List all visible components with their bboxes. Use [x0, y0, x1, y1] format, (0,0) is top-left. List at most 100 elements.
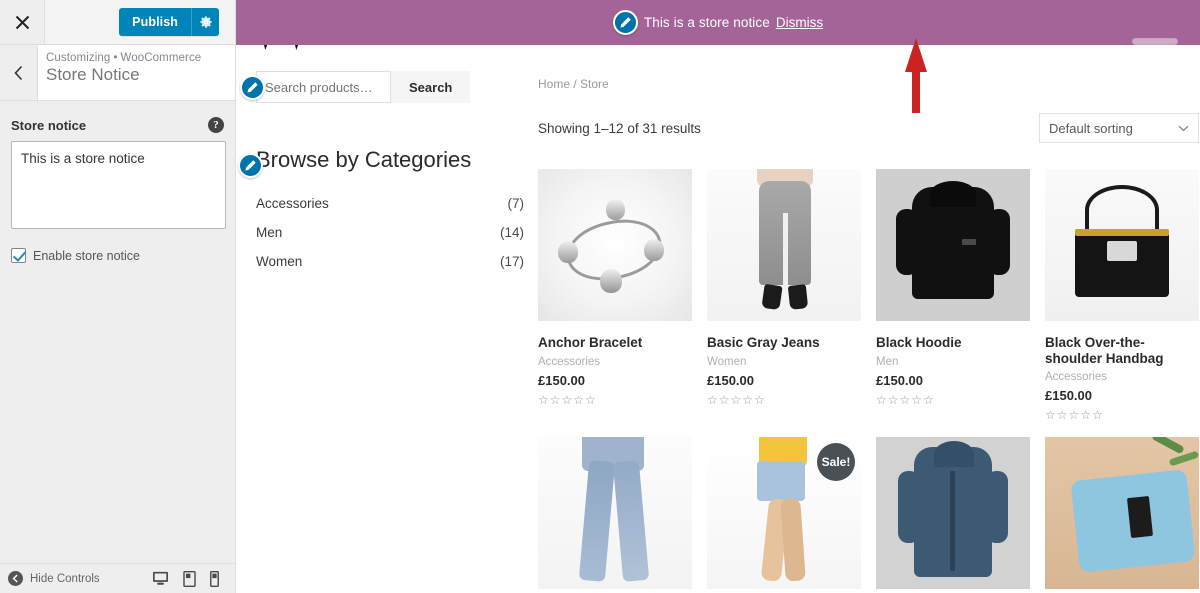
product-card[interactable] — [538, 437, 692, 589]
breadcrumb[interactable]: Home / Store — [538, 77, 1199, 91]
customizer-controls: Store notice ? Enable store notice — [0, 101, 235, 263]
product-image[interactable] — [707, 169, 861, 321]
product-artwork — [1045, 437, 1199, 589]
product-title[interactable]: Basic Gray Jeans — [707, 335, 861, 351]
product-artwork — [538, 169, 692, 321]
tablet-preview-icon — [183, 571, 196, 587]
product-category: Accessories — [538, 356, 692, 368]
customizer-sidebar: Publish Customizing•WooCommerce — [0, 0, 236, 593]
product-price: £150.00 — [538, 373, 692, 388]
product-category: Women — [707, 356, 861, 368]
customizer-topbar: Publish — [0, 0, 235, 45]
category-count: (17) — [500, 254, 524, 269]
breadcrumb-root: Customizing — [46, 52, 110, 64]
search-input[interactable] — [256, 71, 391, 103]
product-card[interactable]: Sale! — [707, 437, 861, 589]
product-image[interactable] — [876, 437, 1030, 589]
mobile-preview-button[interactable] — [210, 571, 219, 587]
sorting-select[interactable]: Default sorting — [1039, 113, 1199, 143]
hide-controls-label: Hide Controls — [30, 573, 100, 585]
device-preview-buttons — [152, 571, 229, 587]
product-image[interactable] — [538, 169, 692, 321]
product-image[interactable] — [876, 169, 1030, 321]
product-rating-stars: ☆☆☆☆☆ — [876, 393, 1030, 407]
customizer-panel-header: Customizing•WooCommerce Store Notice — [0, 45, 235, 101]
product-artwork — [876, 169, 1030, 321]
breadcrumb: Customizing•WooCommerce — [46, 52, 201, 64]
store-notice-label-row: Store notice ? — [11, 117, 224, 133]
logo-glyph-tip-2 — [289, 45, 301, 50]
category-label: Men — [256, 225, 282, 240]
help-question-icon[interactable]: ? — [208, 117, 224, 133]
product-title[interactable]: Anchor Bracelet — [538, 335, 692, 351]
store-notice-dismiss-link[interactable]: Dismiss — [776, 15, 823, 30]
product-category: Men — [876, 356, 1030, 368]
hide-controls-button[interactable]: Hide Controls — [8, 571, 100, 586]
categories-widget: Browse by Categories Accessories (7) Men… — [256, 147, 530, 276]
product-title[interactable]: Black Hoodie — [876, 335, 1030, 351]
panel-titles: Customizing•WooCommerce Store Notice — [38, 45, 201, 100]
site-logo-clipped — [236, 45, 1200, 55]
breadcrumb-separator: • — [110, 52, 120, 64]
page-title: Store Notice — [46, 65, 201, 85]
publish-group: Publish — [119, 8, 219, 36]
list-item[interactable]: Men (14) — [256, 218, 524, 247]
edit-pencil-icon[interactable] — [613, 10, 638, 35]
category-label: Accessories — [256, 196, 329, 211]
preview-scroll-indicator[interactable] — [1132, 38, 1178, 45]
tablet-preview-button[interactable] — [183, 571, 196, 587]
product-image[interactable] — [538, 437, 692, 589]
product-artwork — [707, 169, 861, 321]
product-rating-stars: ☆☆☆☆☆ — [1045, 408, 1199, 422]
store-notice-content: This is a store notice Dismiss — [613, 10, 823, 35]
customizer-footer: Hide Controls — [0, 563, 235, 593]
list-item[interactable]: Accessories (7) — [256, 189, 524, 218]
enable-store-notice-checkbox[interactable] — [11, 248, 26, 263]
product-price: £150.00 — [707, 373, 861, 388]
category-label: Women — [256, 254, 302, 269]
product-card[interactable] — [1045, 437, 1199, 589]
mobile-preview-icon — [210, 571, 219, 587]
store-notice-textarea[interactable] — [11, 141, 226, 229]
publish-settings-button[interactable] — [191, 8, 219, 36]
product-artwork — [876, 437, 1030, 589]
store-notice-banner: This is a store notice Dismiss — [236, 0, 1200, 45]
desktop-preview-icon — [152, 571, 169, 586]
close-customizer-button[interactable] — [0, 0, 45, 44]
category-count: (7) — [508, 196, 525, 211]
sorting-selected-value: Default sorting — [1049, 121, 1133, 136]
product-card[interactable]: Basic Gray Jeans Women £150.00 ☆☆☆☆☆ — [707, 169, 861, 422]
product-category: Accessories — [1045, 371, 1199, 383]
product-price: £150.00 — [876, 373, 1030, 388]
product-artwork — [1045, 169, 1199, 321]
close-x-icon — [15, 15, 30, 30]
product-card[interactable]: Black Over-the-shoulder Handbag Accessor… — [1045, 169, 1199, 422]
enable-store-notice-label: Enable store notice — [33, 249, 140, 263]
product-image[interactable] — [1045, 437, 1199, 589]
store-main: Home / Store Showing 1–12 of 31 results … — [530, 71, 1200, 589]
gear-icon — [199, 15, 213, 29]
list-item[interactable]: Women (17) — [256, 247, 524, 276]
edit-pencil-icon[interactable] — [240, 75, 265, 100]
product-card[interactable]: Anchor Bracelet Accessories £150.00 ☆☆☆☆… — [538, 169, 692, 422]
enable-store-notice-row[interactable]: Enable store notice — [11, 248, 224, 263]
category-list: Accessories (7) Men (14) Women (17) — [256, 189, 530, 276]
product-card[interactable] — [876, 437, 1030, 589]
search-button[interactable]: Search — [391, 71, 470, 103]
product-image[interactable] — [1045, 169, 1199, 321]
publish-button[interactable]: Publish — [119, 8, 191, 36]
chevron-left-icon — [13, 65, 24, 81]
desktop-preview-button[interactable] — [152, 571, 169, 587]
store-layout: Search Browse by Categories Accessories … — [236, 55, 1200, 589]
results-toolbar: Showing 1–12 of 31 results Default sorti… — [538, 113, 1199, 143]
product-card[interactable]: Black Hoodie Men £150.00 ☆☆☆☆☆ — [876, 169, 1030, 422]
back-button[interactable] — [0, 45, 38, 100]
chevron-down-icon — [1178, 125, 1189, 132]
customizer-app: Publish Customizing•WooCommerce — [0, 0, 1200, 593]
red-annotation-arrow — [900, 38, 932, 113]
category-count: (14) — [500, 225, 524, 240]
store-notice-label: Store notice — [11, 118, 86, 133]
edit-pencil-icon[interactable] — [238, 153, 263, 178]
product-title[interactable]: Black Over-the-shoulder Handbag — [1045, 335, 1199, 366]
store-notice-text: This is a store notice — [644, 15, 770, 30]
